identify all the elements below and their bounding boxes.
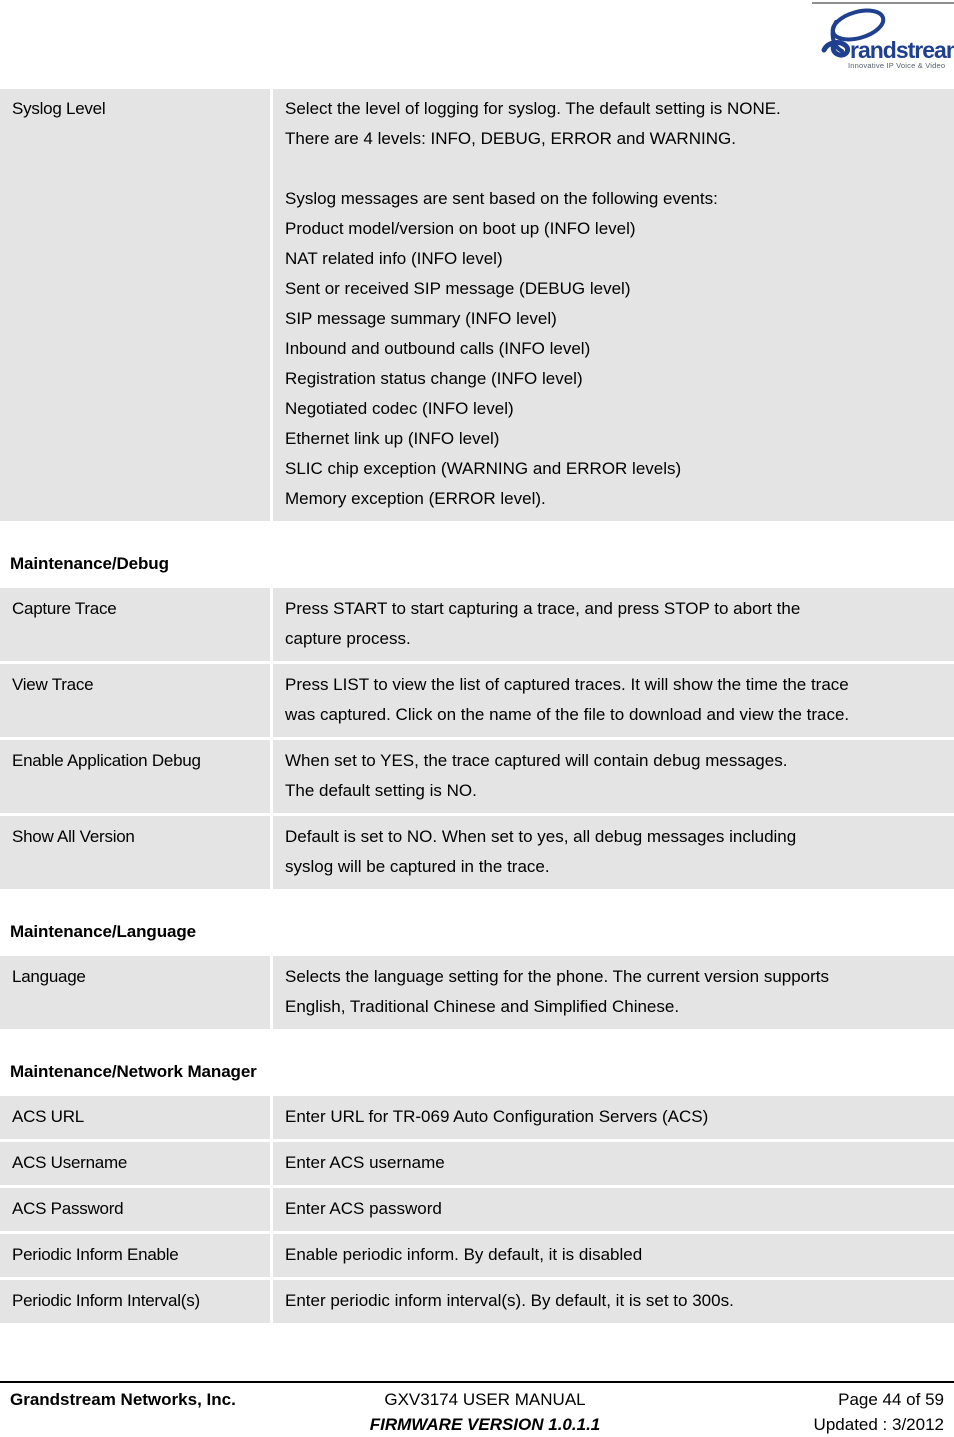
desc-line: Syslog messages are sent based on the fo…: [285, 189, 718, 208]
desc-line: was captured. Click on the name of the f…: [285, 705, 850, 724]
section-heading-network-manager: Maintenance/Network Manager: [10, 1062, 257, 1081]
spec-table-network-manager: ACS URL Enter URL for TR-069 Auto Config…: [0, 1093, 954, 1326]
desc-line: SIP message summary (INFO level): [285, 309, 557, 328]
desc-line: When set to YES, the trace captured will…: [285, 751, 788, 770]
desc-line: NAT related info (INFO level): [285, 249, 503, 268]
table-row: Periodic Inform Enable Enable periodic i…: [0, 1234, 954, 1277]
row-label: Periodic Inform Enable: [0, 1234, 270, 1277]
section-heading-language: Maintenance/Language: [10, 922, 196, 941]
footer-company: Grandstream Networks, Inc.: [10, 1390, 236, 1409]
desc-line: Ethernet link up (INFO level): [285, 429, 500, 448]
row-description: Default is set to NO. When set to yes, a…: [273, 816, 954, 889]
footer-row-primary: Grandstream Networks, Inc. GXV3174 USER …: [0, 1387, 954, 1412]
table-row: ACS URL Enter URL for TR-069 Auto Config…: [0, 1096, 954, 1139]
svg-text:randstream: randstream: [850, 37, 954, 63]
page-footer: Grandstream Networks, Inc. GXV3174 USER …: [0, 1381, 954, 1437]
desc-line: syslog will be captured in the trace.: [285, 857, 550, 876]
table-row: Syslog Level Select the level of logging…: [0, 89, 954, 521]
section-heading-debug: Maintenance/Debug: [10, 554, 169, 573]
row-description: Select the level of logging for syslog. …: [273, 89, 954, 521]
table-row: ACS Password Enter ACS password: [0, 1188, 954, 1231]
footer-page-number: Page 44 of 59: [838, 1390, 944, 1409]
row-label: View Trace: [0, 664, 270, 737]
desc-line: There are 4 levels: INFO, DEBUG, ERROR a…: [285, 129, 736, 148]
desc-line: Registration status change (INFO level): [285, 369, 583, 388]
table-row: ACS Username Enter ACS username: [0, 1142, 954, 1185]
footer-divider-rule: [0, 1381, 954, 1383]
row-label: Syslog Level: [0, 89, 270, 521]
row-label: Show All Version: [0, 816, 270, 889]
row-description: Enable periodic inform. By default, it i…: [273, 1234, 954, 1277]
desc-line: Press LIST to view the list of captured …: [285, 675, 849, 694]
row-label: Enable Application Debug: [0, 740, 270, 813]
table-row: Capture Trace Press START to start captu…: [0, 588, 954, 661]
desc-line: capture process.: [285, 629, 411, 648]
svg-text:Innovative IP Voice & Video: Innovative IP Voice & Video: [848, 61, 945, 70]
desc-line: Inbound and outbound calls (INFO level): [285, 339, 591, 358]
page-header: randstream Innovative IP Voice & Video: [0, 0, 954, 78]
table-row: Periodic Inform Interval(s) Enter period…: [0, 1280, 954, 1323]
desc-line: SLIC chip exception (WARNING and ERROR l…: [285, 459, 682, 478]
desc-line: Memory exception (ERROR level).: [285, 489, 546, 508]
row-description: Enter ACS password: [273, 1188, 954, 1231]
row-label: Language: [0, 956, 270, 1029]
row-label: ACS Username: [0, 1142, 270, 1185]
footer-manual-title: GXV3174 USER MANUAL: [384, 1390, 586, 1409]
row-description: Press START to start capturing a trace, …: [273, 588, 954, 661]
spec-table-syslog: Syslog Level Select the level of logging…: [0, 86, 954, 524]
desc-line: English, Traditional Chinese and Simplif…: [285, 997, 680, 1016]
row-label: Capture Trace: [0, 588, 270, 661]
desc-line: Product model/version on boot up (INFO l…: [285, 219, 636, 238]
grandstream-logo: randstream Innovative IP Voice & Video: [806, 6, 954, 72]
row-label: Periodic Inform Interval(s): [0, 1280, 270, 1323]
table-row: Show All Version Default is set to NO. W…: [0, 816, 954, 889]
table-row: Enable Application Debug When set to YES…: [0, 740, 954, 813]
table-row: View Trace Press LIST to view the list o…: [0, 664, 954, 737]
desc-line: Selects the language setting for the pho…: [285, 967, 830, 986]
footer-row-secondary: FIRMWARE VERSION 1.0.1.1 Updated : 3/201…: [0, 1412, 954, 1437]
desc-spacer: [285, 154, 954, 184]
desc-line: Negotiated codec (INFO level): [285, 399, 514, 418]
footer-left-spacer: [0, 1412, 300, 1437]
table-row: Language Selects the language setting fo…: [0, 956, 954, 1029]
footer-updated-date: Updated : 3/2012: [813, 1415, 944, 1434]
desc-line: Select the level of logging for syslog. …: [285, 99, 781, 118]
row-description: When set to YES, the trace captured will…: [273, 740, 954, 813]
desc-line: Sent or received SIP message (DEBUG leve…: [285, 279, 631, 298]
document-body: Syslog Level Select the level of logging…: [0, 86, 954, 1326]
desc-line: Press START to start capturing a trace, …: [285, 599, 801, 618]
header-divider-rule: [812, 2, 954, 4]
row-description: Enter URL for TR-069 Auto Configuration …: [273, 1096, 954, 1139]
row-label: ACS URL: [0, 1096, 270, 1139]
row-description: Enter periodic inform interval(s). By de…: [273, 1280, 954, 1323]
spec-table-debug: Capture Trace Press START to start captu…: [0, 585, 954, 892]
desc-line: The default setting is NO.: [285, 781, 477, 800]
row-description: Enter ACS username: [273, 1142, 954, 1185]
footer-firmware-version: FIRMWARE VERSION 1.0.1.1: [369, 1415, 601, 1434]
row-label: ACS Password: [0, 1188, 270, 1231]
spec-table-language: Language Selects the language setting fo…: [0, 953, 954, 1032]
row-description: Press LIST to view the list of captured …: [273, 664, 954, 737]
row-description: Selects the language setting for the pho…: [273, 956, 954, 1029]
desc-line: Default is set to NO. When set to yes, a…: [285, 827, 797, 846]
